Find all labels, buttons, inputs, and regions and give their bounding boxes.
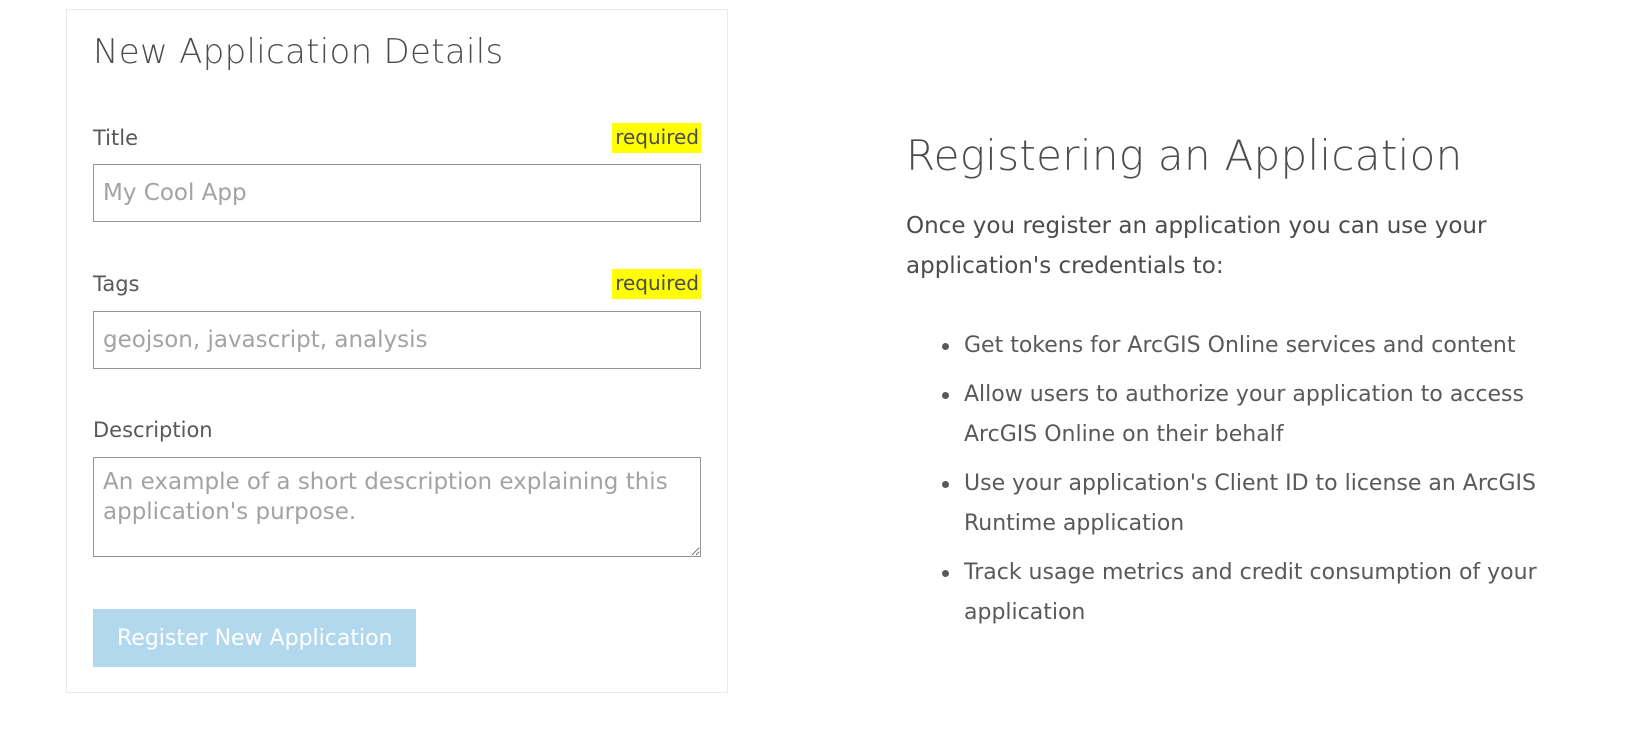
title-label: Title (93, 126, 139, 150)
new-application-form: New Application Details Title required T… (66, 9, 728, 693)
bullet-icon (942, 570, 949, 577)
description-label: Description (93, 418, 213, 442)
title-required-badge: required (612, 123, 701, 153)
tags-label: Tags (93, 272, 140, 296)
list-item: Get tokens for ArcGIS Online services an… (942, 326, 1584, 366)
register-new-application-button[interactable]: Register New Application (93, 609, 417, 667)
list-item: Track usage metrics and credit consumpti… (942, 553, 1584, 633)
info-title: Registering an Application (906, 131, 1463, 180)
bullet-icon (942, 481, 949, 488)
tags-required-badge: required (612, 269, 701, 299)
bullet-icon (942, 343, 949, 350)
tags-input[interactable] (93, 311, 701, 369)
credential-uses-list: Get tokens for ArcGIS Online services an… (906, 326, 1584, 633)
list-item: Allow users to authorize your applicatio… (942, 375, 1584, 455)
list-item-text: Use your application's Client ID to lice… (964, 471, 1537, 536)
registration-info-panel: Registering an Application Once you regi… (906, 128, 1606, 642)
bullet-icon (942, 392, 949, 399)
info-intro: Once you register an application you can… (906, 213, 1487, 279)
description-textarea[interactable] (93, 457, 701, 557)
list-item-text: Allow users to authorize your applicatio… (964, 382, 1524, 447)
title-input[interactable] (93, 164, 701, 222)
list-item-text: Track usage metrics and credit consumpti… (964, 560, 1537, 625)
form-title: New Application Details (93, 32, 504, 72)
list-item-text: Get tokens for ArcGIS Online services an… (964, 333, 1516, 358)
list-item: Use your application's Client ID to lice… (942, 464, 1584, 544)
